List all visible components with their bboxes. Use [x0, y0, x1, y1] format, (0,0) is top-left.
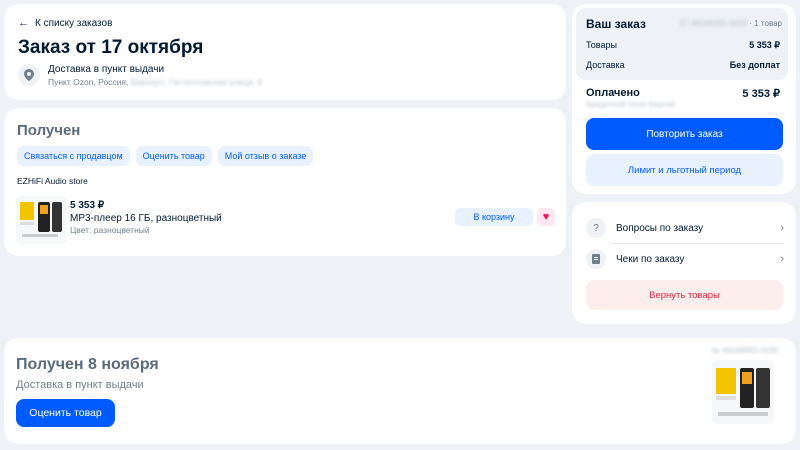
- return-items-button[interactable]: Вернуть товары: [586, 280, 783, 310]
- back-label: К списку заказов: [35, 17, 113, 29]
- favorite-heart-icon[interactable]: ♥: [537, 208, 555, 226]
- arrow-left-icon: ←: [18, 17, 29, 29]
- delivered-title: Получен 8 ноября: [16, 356, 159, 373]
- items-count: · 1 товар: [749, 19, 782, 28]
- delivery-address: Пункт Ozon, Россия, Барнаул, Гастелловск…: [48, 76, 262, 88]
- delivery-label: Доставка: [586, 60, 625, 70]
- limit-period-button[interactable]: Лимит и льготный период: [586, 154, 783, 186]
- order-actions: Связаться с продавцом Оценить товар Мой …: [17, 146, 314, 166]
- paid-label: Оплачено: [586, 87, 640, 99]
- page-title: Заказ от 17 октября: [18, 37, 204, 58]
- product-image[interactable]: [16, 196, 66, 244]
- question-icon: ?: [586, 218, 606, 238]
- delivery-row: Доставка Без доплат: [586, 60, 780, 70]
- goods-row: Товары 5 353 ₽: [586, 40, 780, 51]
- goods-label: Товары: [586, 40, 617, 50]
- delivery-type: Доставка в пункт выдачи: [48, 64, 165, 75]
- repeat-order-button[interactable]: Повторить заказ: [586, 118, 783, 150]
- product-color: Цвет: разноцветный: [70, 225, 150, 235]
- delivered-subtitle: Доставка в пункт выдачи: [16, 379, 144, 391]
- location-pin-icon: [18, 64, 40, 86]
- add-to-cart-button[interactable]: В корзину: [455, 208, 533, 226]
- questions-label: Вопросы по заказу: [616, 222, 704, 234]
- paid-value: 5 353 ₽: [742, 88, 780, 100]
- product-name[interactable]: MP3-плеер 16 ГБ, разноцветный: [70, 213, 222, 224]
- order-header-card: ← К списку заказов Заказ от 17 октября Д…: [4, 4, 566, 100]
- address-prefix: Пункт Ozon, Россия,: [48, 77, 129, 87]
- my-review-button[interactable]: Мой отзыв о заказе: [217, 146, 314, 166]
- chevron-right-icon: ›: [780, 222, 784, 234]
- chevron-right-icon: ›: [780, 253, 784, 265]
- goods-value: 5 353 ₽: [749, 40, 780, 50]
- order-status-card: Получен Связаться с продавцом Оценить то…: [4, 108, 566, 256]
- delivered-order-card[interactable]: Получен 8 ноября Доставка в пункт выдачи…: [4, 338, 796, 444]
- receipt-icon: [586, 249, 606, 269]
- rate-product-button[interactable]: Оценить товар: [135, 146, 212, 166]
- delivered-order-id-hidden: № 46048993-0039: [711, 346, 778, 355]
- store-name[interactable]: EZHiFi Audio store: [17, 176, 88, 186]
- receipts-label: Чеки по заказу: [616, 253, 685, 265]
- delivery-value: Без доплат: [729, 60, 780, 70]
- order-questions-row[interactable]: ? Вопросы по заказу ›: [586, 215, 784, 241]
- divider: [612, 243, 784, 244]
- address-hidden: Барнаул, Гастелловская улица, 9: [130, 77, 263, 87]
- order-id-hidden: 97-46048385-0020: [679, 19, 748, 28]
- summary-order-id: 97-46048385-0020 · 1 товар: [680, 19, 783, 28]
- back-to-orders-link[interactable]: ← К списку заказов: [18, 17, 112, 29]
- delivery-info: Доставка в пункт выдачи Пункт Ozon, Росс…: [18, 64, 262, 88]
- order-summary-card: Ваш заказ 97-46048385-0020 · 1 товар Тов…: [572, 4, 796, 194]
- order-status: Получен: [17, 122, 81, 139]
- summary-title: Ваш заказ: [586, 17, 646, 31]
- delivered-product-image[interactable]: [712, 360, 774, 424]
- order-receipts-row[interactable]: Чеки по заказу ›: [586, 246, 784, 272]
- help-card: ? Вопросы по заказу › Чеки по заказу › В…: [572, 202, 796, 324]
- delivered-order-id: № 46048993-0039: [711, 346, 778, 355]
- summary-box: Ваш заказ 97-46048385-0020 · 1 товар Тов…: [576, 8, 788, 80]
- product-price: 5 353 ₽: [70, 200, 105, 211]
- payment-method: Кредитной Ozon Картой: [586, 100, 675, 109]
- payment-method-hidden: Кредитной Ozon Картой: [586, 100, 675, 109]
- rate-product-button[interactable]: Оценить товар: [16, 399, 115, 427]
- contact-seller-button[interactable]: Связаться с продавцом: [17, 146, 130, 166]
